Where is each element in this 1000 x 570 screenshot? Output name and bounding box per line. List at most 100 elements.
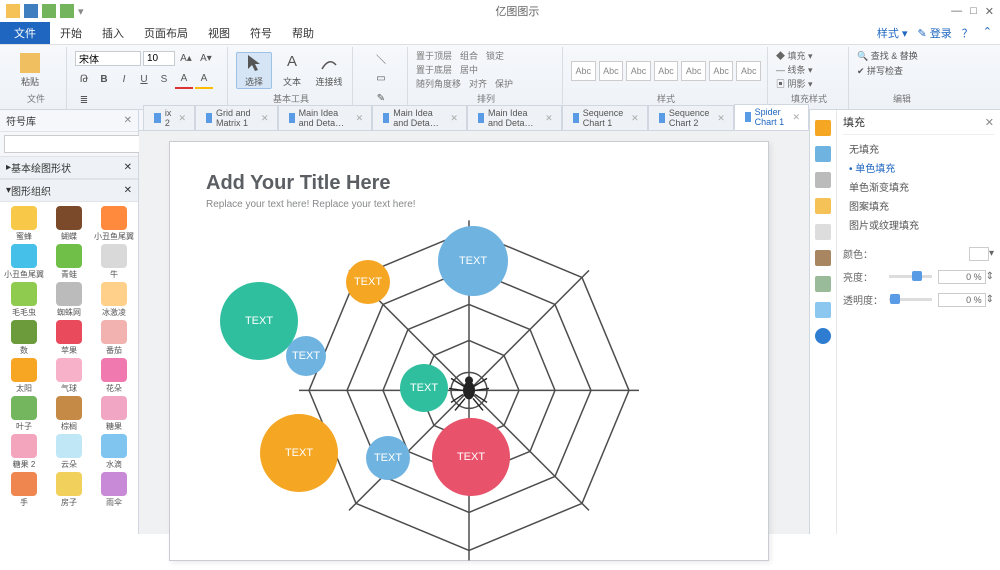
section-graphic-org[interactable]: ▾ 图形组织 ✕ <box>0 179 138 202</box>
redo-icon[interactable] <box>60 4 74 18</box>
close-icon[interactable]: ✕ <box>631 113 639 124</box>
line-shape-icon[interactable]: ＼ <box>372 49 390 67</box>
theme-tab-icon[interactable] <box>815 250 831 266</box>
italic-icon[interactable]: I <box>115 70 133 88</box>
document-tab[interactable]: Grid and Matrix 1✕ <box>195 105 277 130</box>
shape-item[interactable]: 蜜蜂 <box>4 206 44 242</box>
fill-option[interactable]: 图片或纹理填充 <box>843 215 994 234</box>
brightness-value[interactable]: 0 % <box>938 270 986 284</box>
menu-help[interactable]: 帮助 <box>282 22 324 44</box>
minimize-button[interactable]: — <box>951 5 962 17</box>
shape-item[interactable]: 小丑鱼尾翼 <box>4 244 44 280</box>
chevron-down-icon[interactable]: ▾ <box>989 248 994 259</box>
close-icon[interactable]: ✕ <box>124 185 132 196</box>
style-swatch[interactable]: Abc <box>681 61 706 81</box>
shape-item[interactable]: 云朵 <box>49 434 89 470</box>
help-tab-icon[interactable] <box>815 328 831 344</box>
fill-option[interactable]: • 单色填充 <box>843 158 994 177</box>
undo-icon[interactable] <box>42 4 56 18</box>
login-link[interactable]: ✎ 登录 <box>918 25 952 41</box>
shape-item[interactable]: 蜘蛛网 <box>49 282 89 318</box>
spider-node[interactable]: TEXT <box>286 336 326 376</box>
text-tool[interactable]: A 文本 <box>275 53 309 88</box>
picture-tab-icon[interactable] <box>815 198 831 214</box>
spellcheck-button[interactable]: ✔ 拼写检查 <box>857 64 903 77</box>
shape-item[interactable]: 水滴 <box>94 434 134 470</box>
document-tab[interactable]: Main Idea and Deta…✕ <box>278 105 373 130</box>
shadow-dropdown[interactable]: ▣ 阴影 ▾ <box>776 77 813 90</box>
opacity-value[interactable]: 0 % <box>938 293 986 307</box>
spider-node[interactable]: TEXT <box>432 418 510 496</box>
shape-item[interactable]: 糖果 <box>94 396 134 432</box>
connector-tool[interactable]: 连接线 <box>312 53 346 88</box>
shape-item[interactable]: 小丑鱼尾翼 <box>94 206 134 242</box>
close-icon[interactable]: ✕ <box>792 112 800 123</box>
arrange-group[interactable]: 组合 <box>460 49 478 62</box>
spider-node[interactable]: TEXT <box>366 436 410 480</box>
shape-item[interactable]: 棕榈 <box>49 396 89 432</box>
shape-item[interactable]: 牛 <box>94 244 134 280</box>
arrange-front[interactable]: 置于顶层 <box>416 49 452 62</box>
fill-option[interactable]: 无填充 <box>843 139 994 158</box>
arrange-back[interactable]: 置于底层 <box>416 63 452 76</box>
file-menu[interactable]: 文件 <box>0 22 50 44</box>
line-dropdown[interactable]: — 线条 ▾ <box>776 63 813 76</box>
fill-option[interactable]: 图案填充 <box>843 196 994 215</box>
document-tab[interactable]: Sequence Chart 2✕ <box>648 105 734 130</box>
underline-icon[interactable]: U <box>135 70 153 88</box>
shape-item[interactable]: 房子 <box>49 472 89 508</box>
folder-icon[interactable] <box>6 4 20 18</box>
close-icon[interactable]: ✕ <box>124 115 132 126</box>
shadow-tab-icon[interactable] <box>815 172 831 188</box>
shape-item[interactable]: 花朵 <box>94 358 134 394</box>
find-replace-button[interactable]: 🔍 查找 & 替换 <box>857 49 918 62</box>
arrange-protect[interactable]: 保护 <box>495 77 513 90</box>
shape-item[interactable]: 叶子 <box>4 396 44 432</box>
spider-node[interactable]: TEXT <box>260 414 338 492</box>
shape-item[interactable]: 苹果 <box>49 320 89 356</box>
brightness-slider[interactable] <box>889 275 932 278</box>
bold-icon[interactable]: B <box>95 70 113 88</box>
search-input[interactable] <box>4 135 144 153</box>
shape-item[interactable]: 蝴蝶 <box>49 206 89 242</box>
style-swatch[interactable]: Abc <box>626 61 651 81</box>
strike-icon[interactable]: S <box>155 70 173 88</box>
select-tool[interactable]: 选择 <box>236 52 272 89</box>
close-icon[interactable]: ✕ <box>450 113 458 124</box>
style-swatch[interactable]: Abc <box>599 61 624 81</box>
highlight-icon[interactable]: A <box>195 69 213 89</box>
close-icon[interactable]: ✕ <box>985 116 994 129</box>
color-swatch[interactable] <box>969 247 989 261</box>
close-icon[interactable]: ✕ <box>356 113 364 124</box>
fill-dropdown[interactable]: ◆ 填充 ▾ <box>776 49 813 62</box>
shape-item[interactable]: 手 <box>4 472 44 508</box>
collapse-ribbon-icon[interactable]: ⌃ <box>983 25 992 41</box>
rect-shape-icon[interactable]: ▭ <box>372 69 390 87</box>
section-basic-shapes[interactable]: ▸ 基本绘图形状 ✕ <box>0 156 138 179</box>
font-color-icon[interactable]: A <box>175 69 193 89</box>
shape-item[interactable]: 糖果 2 <box>4 434 44 470</box>
canvas[interactable]: Add Your Title Here Replace your text he… <box>139 131 809 561</box>
save-icon[interactable] <box>24 4 38 18</box>
increase-font-icon[interactable]: A▴ <box>177 49 195 67</box>
style-swatch[interactable]: Abc <box>709 61 734 81</box>
fill-option[interactable]: 单色渐变填充 <box>843 177 994 196</box>
arrange-align[interactable]: 对齐 <box>469 77 487 90</box>
stepper-icon[interactable]: ⇕ <box>986 294 994 305</box>
help-icon[interactable]: ？ <box>962 25 973 41</box>
menu-insert[interactable]: 插入 <box>92 22 134 44</box>
line-tab-icon[interactable] <box>815 146 831 162</box>
shape-item[interactable]: 雨伞 <box>94 472 134 508</box>
document-tab[interactable]: Sequence Chart 1✕ <box>562 105 648 130</box>
fill-tab-icon[interactable] <box>815 120 831 136</box>
opacity-slider[interactable] <box>889 298 932 301</box>
stepper-icon[interactable]: ⇕ <box>986 271 994 282</box>
clear-format-icon[interactable]: Թ <box>75 70 93 88</box>
shape-item[interactable]: 气球 <box>49 358 89 394</box>
maximize-button[interactable]: □ <box>970 5 977 17</box>
close-icon[interactable]: ✕ <box>124 162 132 173</box>
arrange-rotate[interactable]: 随列角度移 <box>416 77 461 90</box>
close-icon[interactable]: ✕ <box>261 113 269 124</box>
spider-node[interactable]: TEXT <box>346 260 390 304</box>
shape-item[interactable]: 太阳 <box>4 358 44 394</box>
